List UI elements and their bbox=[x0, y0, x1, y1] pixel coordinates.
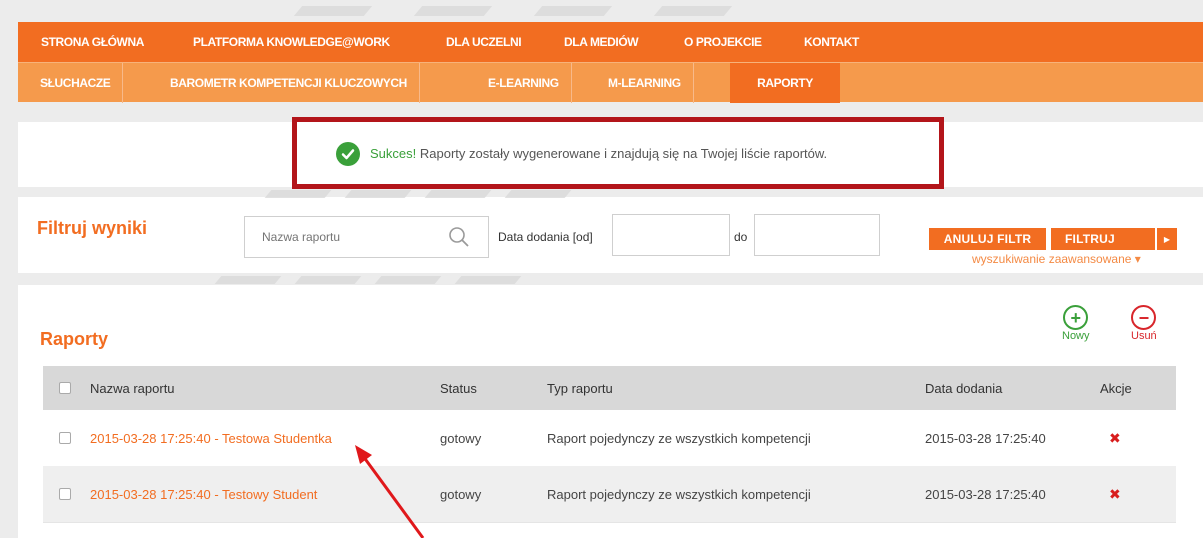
row-checkbox[interactable] bbox=[59, 432, 71, 444]
cancel-filter-button[interactable]: ANULUJ FILTR bbox=[929, 228, 1046, 250]
decor-stripe bbox=[424, 190, 492, 198]
decor-stripe bbox=[294, 276, 362, 284]
report-date: 2015-03-28 17:25:40 bbox=[925, 430, 1046, 446]
sub-navigation: SŁUCHACZE BAROMETR KOMPETENCJI KLUCZOWYC… bbox=[18, 62, 1203, 103]
decor-stripe bbox=[344, 190, 412, 198]
minus-circle-icon: − bbox=[1131, 305, 1157, 330]
table-bottom-border bbox=[43, 522, 1176, 523]
delete-row-icon[interactable]: ✖ bbox=[1109, 410, 1121, 466]
delete-report-button[interactable]: − Usuń bbox=[1131, 305, 1157, 342]
subnav-reports[interactable]: RAPORTY bbox=[730, 63, 840, 103]
nav-media[interactable]: DLA MEDIÓW bbox=[564, 35, 639, 49]
col-status-header[interactable]: Status bbox=[440, 366, 477, 410]
reports-table: Nazwa raportu Status Typ raportu Data do… bbox=[43, 366, 1176, 522]
delete-row-icon[interactable]: ✖ bbox=[1109, 466, 1121, 522]
caret-right-icon: ▶ bbox=[1163, 234, 1171, 244]
filter-button[interactable]: FILTRUJ bbox=[1051, 228, 1155, 250]
date-from-label: Data dodania [od] bbox=[498, 230, 593, 244]
date-from-input[interactable] bbox=[612, 214, 730, 256]
row-checkbox-cell bbox=[59, 410, 71, 466]
nav-home[interactable]: STRONA GŁÓWNA bbox=[41, 35, 144, 49]
plus-circle-icon: + bbox=[1063, 305, 1089, 330]
decor-stripe bbox=[214, 276, 282, 284]
success-prefix: Sukces! bbox=[370, 146, 417, 161]
row-checkbox[interactable] bbox=[59, 488, 71, 500]
date-to-label: do bbox=[734, 230, 748, 244]
col-actions-header: Akcje bbox=[1100, 380, 1132, 396]
reports-title: Raporty bbox=[40, 329, 109, 349]
select-all-cell bbox=[59, 366, 71, 410]
decor-stripe bbox=[504, 190, 572, 198]
select-all-checkbox[interactable] bbox=[59, 382, 71, 394]
decor-stripe bbox=[533, 6, 613, 16]
subnav-mlearning[interactable]: M-LEARNING bbox=[596, 63, 694, 103]
report-name-field bbox=[244, 216, 489, 258]
subnav-elearning[interactable]: E-LEARNING bbox=[476, 63, 572, 103]
success-body: Raporty zostały wygenerowane i znajdują … bbox=[416, 146, 828, 161]
nav-contact[interactable]: KONTAKT bbox=[804, 35, 859, 49]
date-from-field[interactable] bbox=[613, 215, 729, 255]
filter-dropdown-button[interactable]: ▶ bbox=[1157, 228, 1177, 250]
decor-stripe bbox=[454, 276, 522, 284]
table-row: 2015-03-28 17:25:40 - Testowy Student go… bbox=[43, 466, 1176, 522]
report-status: gotowy bbox=[440, 486, 482, 502]
report-date: 2015-03-28 17:25:40 bbox=[925, 486, 1046, 502]
nav-platform[interactable]: PLATFORMA KNOWLEDGE@WORK bbox=[193, 35, 390, 49]
table-row: 2015-03-28 17:25:40 - Testowa Studentka … bbox=[43, 410, 1176, 466]
new-report-label: Nowy bbox=[1062, 330, 1090, 342]
check-icon bbox=[336, 142, 360, 166]
subnav-listeners[interactable]: SŁUCHACZE bbox=[28, 63, 124, 103]
report-type: Raport pojedynczy ze wszystkich kompeten… bbox=[547, 430, 811, 446]
advanced-search-link[interactable]: wyszukiwanie zaawansowane ▾ bbox=[972, 252, 1141, 266]
decor-stripe bbox=[264, 190, 332, 198]
col-name-header[interactable]: Nazwa raportu bbox=[90, 366, 175, 410]
nav-about[interactable]: O PROJEKCIE bbox=[684, 35, 762, 49]
report-name-link[interactable]: 2015-03-28 17:25:40 - Testowa Studentka bbox=[90, 410, 332, 466]
report-type: Raport pojedynczy ze wszystkich kompeten… bbox=[547, 486, 811, 502]
success-message: Sukces! Raporty zostały wygenerowane i z… bbox=[370, 146, 827, 161]
top-navigation: STRONA GŁÓWNA PLATFORMA KNOWLEDGE@WORK D… bbox=[18, 22, 1203, 62]
new-report-button[interactable]: + Nowy bbox=[1062, 305, 1090, 342]
page: STRONA GŁÓWNA PLATFORMA KNOWLEDGE@WORK D… bbox=[18, 0, 1203, 538]
subnav-barometer[interactable]: BAROMETR KOMPETENCJI KLUCZOWYCH bbox=[158, 63, 420, 103]
table-header: Nazwa raportu Status Typ raportu Data do… bbox=[43, 366, 1176, 410]
decor-stripe bbox=[653, 6, 733, 16]
col-type-header[interactable]: Typ raportu bbox=[547, 366, 613, 410]
date-to-field[interactable] bbox=[755, 215, 879, 255]
decor-stripe bbox=[374, 276, 442, 284]
col-date-header[interactable]: Data dodania bbox=[925, 366, 1002, 410]
row-checkbox-cell bbox=[59, 466, 71, 522]
report-name-link[interactable]: 2015-03-28 17:25:40 - Testowy Student bbox=[90, 466, 317, 522]
nav-universities[interactable]: DLA UCZELNI bbox=[446, 35, 522, 49]
filter-title: Filtruj wyniki bbox=[37, 218, 148, 238]
decor-stripe bbox=[413, 6, 493, 16]
decor-stripe bbox=[293, 6, 373, 16]
report-name-input[interactable] bbox=[245, 217, 435, 257]
report-status: gotowy bbox=[440, 430, 482, 446]
search-icon[interactable] bbox=[448, 226, 470, 248]
date-to-input[interactable] bbox=[754, 214, 880, 256]
delete-report-label: Usuń bbox=[1131, 330, 1157, 342]
